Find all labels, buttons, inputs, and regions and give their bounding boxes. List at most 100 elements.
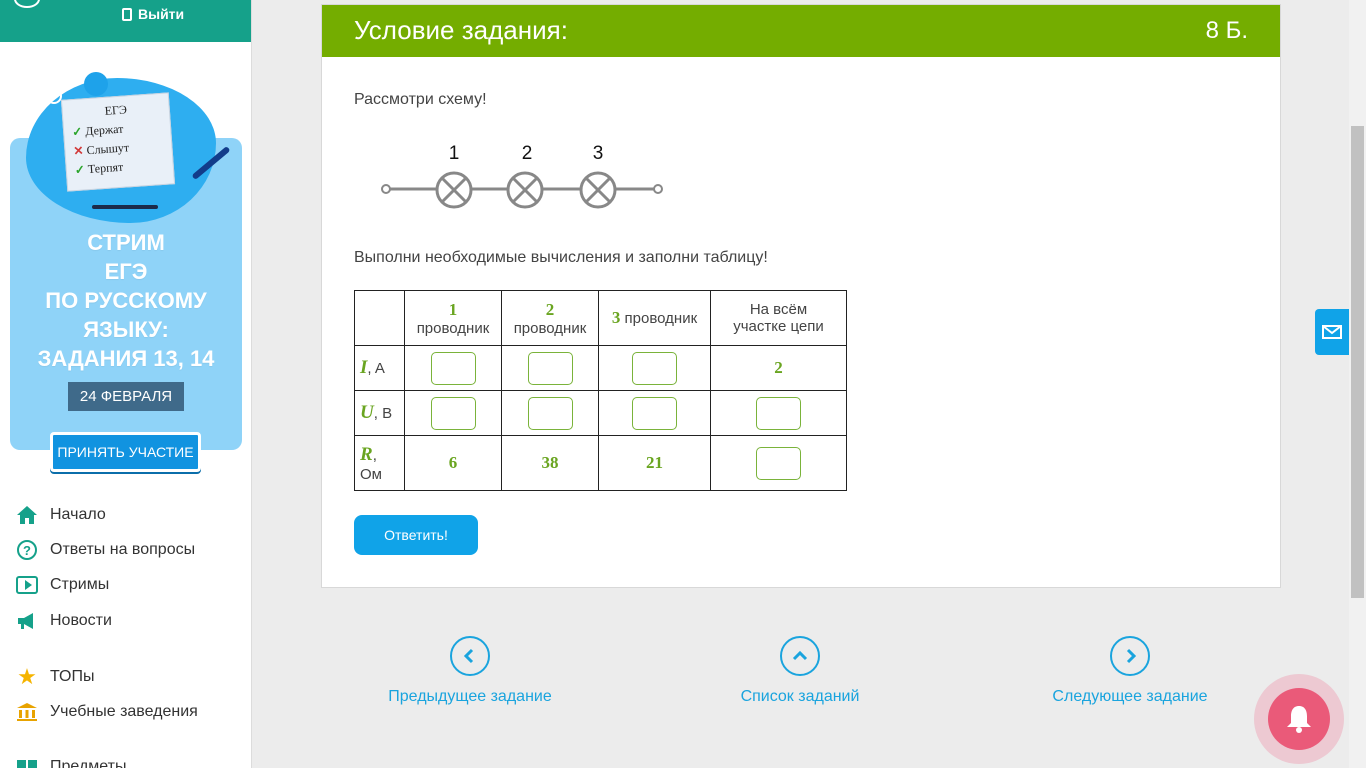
promo-title-line: ЯЗЫКУ: <box>83 317 169 342</box>
scrollbar-thumb[interactable] <box>1351 126 1364 598</box>
col-header-1: 1 проводник <box>404 290 502 346</box>
next-task-label: Следующее задание <box>1052 688 1208 705</box>
input-i2[interactable] <box>527 351 573 385</box>
terminal-left <box>381 184 391 194</box>
task-list-label: Список заданий <box>740 688 860 705</box>
sidebar-item-tops[interactable]: ★ ТОПы <box>16 664 95 690</box>
input-u2[interactable] <box>527 396 573 430</box>
sidebar-item-label: Учебные заведения <box>50 703 198 720</box>
promo-date: 24 ФЕВРАЛЯ <box>68 382 184 411</box>
table-row-current: I, A 2 <box>354 345 847 391</box>
next-task-link[interactable]: Следующее задание <box>1010 636 1250 706</box>
task-title: Условие задания: <box>354 15 568 45</box>
promo-note: ЕГЭ ✓ Держат ✕ Слышут ✓ Терпят <box>60 92 176 192</box>
task-instruction: Выполни необходимые вычисления и заполни… <box>354 249 768 266</box>
task-points: 8 Б. <box>1205 17 1248 44</box>
prev-task-label: Предыдущее задание <box>388 688 552 705</box>
check-icon: ✓ <box>74 162 86 178</box>
col-header-2: 2 проводник <box>501 290 599 346</box>
table-row-voltage: U, В <box>354 390 847 436</box>
cell-i2 <box>501 345 599 391</box>
cell-u1 <box>404 390 502 436</box>
notifications-button[interactable] <box>1254 674 1344 764</box>
row-label-u: U, В <box>354 390 405 436</box>
col-word: проводник <box>624 310 698 327</box>
task-intro: Рассмотри схему! <box>354 91 487 108</box>
input-u1[interactable] <box>430 396 476 430</box>
sidebar-item-streams[interactable]: Стримы <box>16 572 109 598</box>
task-card: Условие задания: 8 Б. Рассмотри схему! 1… <box>321 4 1281 588</box>
institution-icon <box>16 701 38 723</box>
logout-button[interactable]: Выйти <box>122 6 184 22</box>
task-header: Условие задания: 8 Б. <box>322 5 1280 57</box>
promo-underline <box>92 205 158 209</box>
bell-icon <box>1268 688 1330 750</box>
logout-icon <box>122 7 132 21</box>
sidebar-item-label: Предметы <box>50 758 127 768</box>
table-row-resistance: R, Ом 6 38 21 <box>354 435 847 491</box>
promo-title-line: ЕГЭ <box>104 259 148 284</box>
input-i3[interactable] <box>632 351 677 385</box>
cell-i3 <box>598 345 711 391</box>
col-word: участке цепи <box>733 318 824 335</box>
lamp-3-icon <box>579 171 617 209</box>
question-icon: ? <box>16 539 38 561</box>
task-list-link[interactable]: Список заданий <box>680 636 920 706</box>
cell-r3: 21 <box>598 435 711 491</box>
scrollbar[interactable] <box>1349 0 1366 768</box>
logout-label: Выйти <box>138 6 185 22</box>
prev-task-link[interactable]: Предыдущее задание <box>350 636 590 706</box>
unit-label: , A <box>367 360 385 377</box>
cell-u3 <box>598 390 711 436</box>
lamp-label: 1 <box>449 143 460 164</box>
sidebar-item-news[interactable]: Новости <box>16 608 112 634</box>
sidebar-item-label: Ответы на вопросы <box>50 541 196 558</box>
sidebar-item-home[interactable]: Начало <box>16 502 106 528</box>
participate-button[interactable]: ПРИНЯТЬ УЧАСТИЕ <box>50 432 201 472</box>
value-r3: 21 <box>646 453 663 472</box>
cell-i1 <box>404 345 502 391</box>
note-line: Держат <box>84 121 124 139</box>
row-label-r: R, Ом <box>354 435 405 491</box>
input-u3[interactable] <box>632 396 677 430</box>
sidebar-item-label: Начало <box>50 506 106 523</box>
col-header-total: На всём участке цепи <box>710 290 847 346</box>
row-label-i: I, A <box>354 345 405 391</box>
var-symbol: R <box>360 443 373 465</box>
cell-u2 <box>501 390 599 436</box>
promo-dot <box>84 72 108 96</box>
glasses-icon <box>28 88 62 108</box>
terminal-right <box>653 184 663 194</box>
lamp-label: 3 <box>593 143 604 164</box>
col-number: 1 <box>448 299 458 319</box>
input-r-total[interactable] <box>756 446 801 480</box>
chevron-right-icon <box>1110 636 1150 676</box>
sidebar-item-answers[interactable]: ? Ответы на вопросы <box>16 537 195 563</box>
unit-label: Ом <box>360 465 382 483</box>
chevron-up-icon <box>780 636 820 676</box>
cell-i-total: 2 <box>710 345 847 391</box>
promo-title-line: ЗАДАНИЯ 13, 14 <box>37 346 215 371</box>
avatar[interactable] <box>14 0 40 8</box>
sidebar-item-subjects[interactable]: Предметы <box>16 754 126 768</box>
note-line: Слышут <box>86 140 130 158</box>
feedback-button[interactable] <box>1315 309 1349 355</box>
col-word: проводник <box>416 319 490 337</box>
table-header-row: 1 проводник 2 проводник 3 проводник На в… <box>354 290 847 346</box>
sidebar-item-label: ТОПы <box>50 668 95 685</box>
unit-label: , В <box>373 405 393 422</box>
answer-button[interactable]: Ответить! <box>354 515 478 555</box>
play-icon <box>16 574 38 596</box>
input-u-total[interactable] <box>756 396 801 430</box>
lamp-2-icon <box>506 171 544 209</box>
cross-icon: ✕ <box>73 143 85 159</box>
calc-table: 1 проводник 2 проводник 3 проводник На в… <box>354 290 847 491</box>
circuit-diagram: 1 2 3 <box>381 143 663 209</box>
promo-title-line: СТРИМ <box>87 230 165 255</box>
col-word: На всём <box>749 301 808 318</box>
value-r2: 38 <box>541 453 559 472</box>
input-i1[interactable] <box>430 351 476 385</box>
value-r1: 6 <box>448 453 458 472</box>
cell-r2: 38 <box>501 435 599 491</box>
sidebar-item-institutions[interactable]: Учебные заведения <box>16 699 198 725</box>
